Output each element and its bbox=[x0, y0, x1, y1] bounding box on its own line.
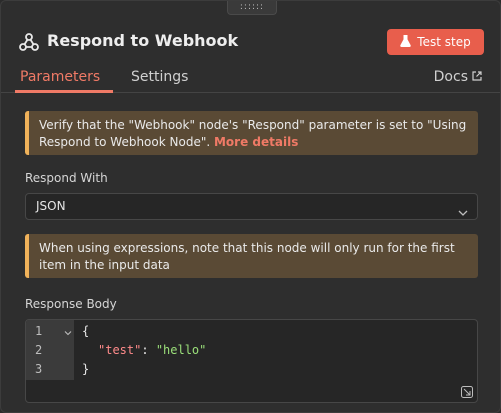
expressions-notice: When using expressions, note that this n… bbox=[25, 234, 478, 278]
webhook-icon bbox=[18, 31, 40, 53]
line-number: 1 bbox=[35, 324, 43, 338]
chevron-down-icon bbox=[458, 202, 468, 216]
flask-icon bbox=[400, 34, 412, 50]
respond-with-value: JSON bbox=[36, 199, 66, 213]
json-string: "hello" bbox=[155, 343, 207, 357]
webhook-respond-notice: Verify that the "Webhook" node's "Respon… bbox=[25, 111, 478, 155]
response-body-editor[interactable]: 1 2 3 { "test": "hello" } bbox=[25, 319, 478, 403]
external-link-icon bbox=[472, 69, 482, 85]
drag-handle[interactable]: :::::: bbox=[227, 1, 277, 15]
active-tab-indicator bbox=[15, 90, 113, 93]
test-step-button[interactable]: Test step bbox=[387, 29, 484, 55]
tab-bar: Parameters Settings Docs bbox=[1, 63, 500, 93]
tab-parameters[interactable]: Parameters bbox=[20, 69, 100, 85]
code-line: { bbox=[82, 324, 90, 338]
panel-header: Respond to Webhook Test step bbox=[1, 25, 500, 61]
respond-with-label: Respond With bbox=[25, 171, 108, 185]
respond-with-select[interactable]: JSON bbox=[25, 193, 478, 220]
more-details-link[interactable]: More details bbox=[214, 135, 298, 149]
docs-link[interactable]: Docs bbox=[434, 69, 482, 85]
json-separator: : bbox=[141, 343, 156, 357]
line-number: 3 bbox=[35, 362, 43, 376]
docs-label: Docs bbox=[433, 69, 468, 85]
line-number-gutter: 1 2 3 bbox=[26, 320, 74, 380]
json-key: "test" bbox=[98, 343, 142, 357]
code-line: "test": "hello" bbox=[98, 343, 206, 357]
tab-settings[interactable]: Settings bbox=[131, 69, 188, 85]
notice-text: When using expressions, note that this n… bbox=[39, 241, 455, 272]
node-details-panel: :::::: Respond to Webhook Test step Para… bbox=[0, 0, 501, 413]
response-body-label: Response Body bbox=[25, 297, 117, 311]
node-title: Respond to Webhook bbox=[47, 31, 239, 50]
line-number: 2 bbox=[35, 343, 43, 357]
fold-chevron-icon[interactable] bbox=[64, 326, 72, 336]
resize-handle-icon[interactable] bbox=[461, 386, 473, 398]
code-line: } bbox=[82, 362, 90, 376]
test-step-label: Test step bbox=[417, 35, 471, 49]
